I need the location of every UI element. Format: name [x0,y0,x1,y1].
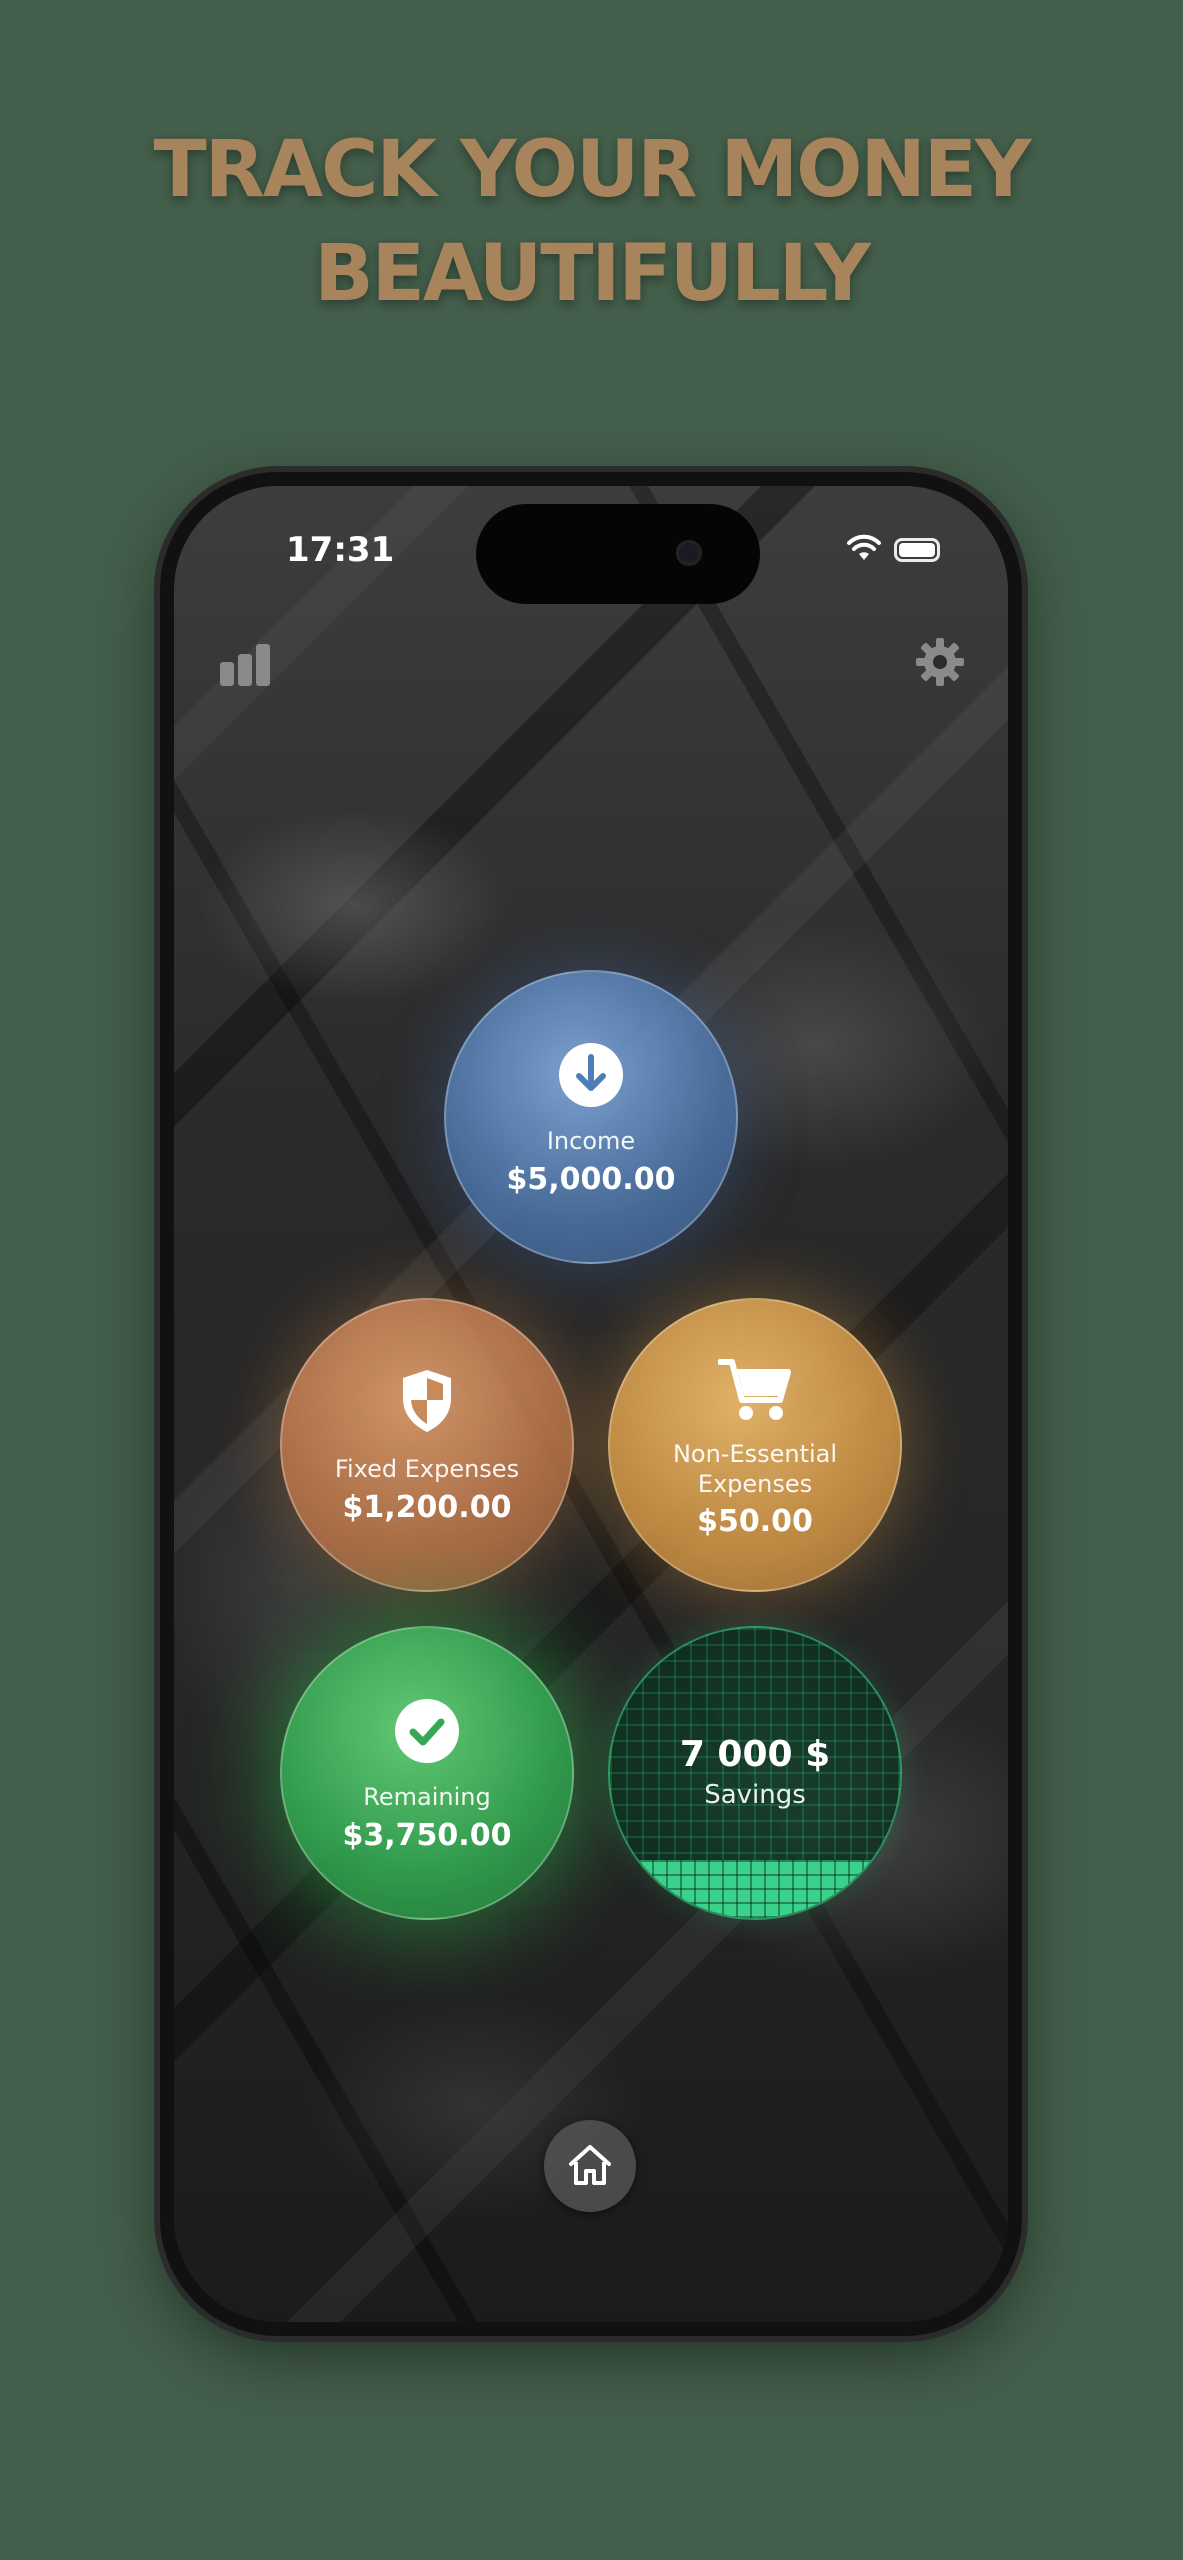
phone-frame: 17:31 Income $5,000.00 Fixed Expenses $1… [160,472,1022,2336]
income-bubble[interactable]: Income $5,000.00 [444,970,738,1264]
savings-value: 7 000 $ [679,1734,831,1775]
non-essential-label-line-2: Expenses [697,1470,813,1498]
battery-icon [894,538,940,562]
arrow-down-circle-icon [559,1043,623,1107]
checkmark-circle-icon [395,1699,459,1763]
savings-progress-fill [610,1860,900,1918]
non-essential-label-line-1: Non-Essential [672,1440,838,1468]
cart-icon [718,1359,791,1420]
non-essential-value: $50.00 [697,1504,813,1539]
status-time: 17:31 [286,530,395,570]
savings-bubble[interactable]: 7 000 $ Savings [608,1626,902,1920]
headline-line-1: TRACK YOUR MONEY [153,125,1031,215]
fixed-expenses-value: $1,200.00 [342,1490,512,1525]
marketing-headline: TRACK YOUR MONEY BEAUTIFULLY [0,118,1183,326]
app-screen: 17:31 Income $5,000.00 Fixed Expenses $1… [174,486,1008,2322]
income-value: $5,000.00 [506,1162,676,1197]
remaining-value: $3,750.00 [342,1818,512,1853]
dynamic-island [476,504,760,604]
camera-icon [676,540,702,566]
income-label: Income [546,1127,636,1155]
fixed-expenses-bubble[interactable]: Fixed Expenses $1,200.00 [280,1298,574,1592]
home-icon [569,2145,611,2185]
status-icons [796,534,940,568]
remaining-label: Remaining [363,1783,491,1811]
fixed-expenses-label: Fixed Expenses [334,1455,520,1483]
gear-icon[interactable] [914,636,966,688]
remaining-bubble[interactable]: Remaining $3,750.00 [280,1626,574,1920]
bar-chart-icon[interactable] [218,644,274,686]
shield-icon [403,1370,451,1432]
home-button[interactable] [544,2120,636,2212]
headline-line-2: BEAUTIFULLY [314,229,871,319]
non-essential-expenses-bubble[interactable]: Non-Essential Expenses $50.00 [608,1298,902,1592]
wifi-icon [847,534,881,560]
savings-label: Savings [704,1780,806,1810]
